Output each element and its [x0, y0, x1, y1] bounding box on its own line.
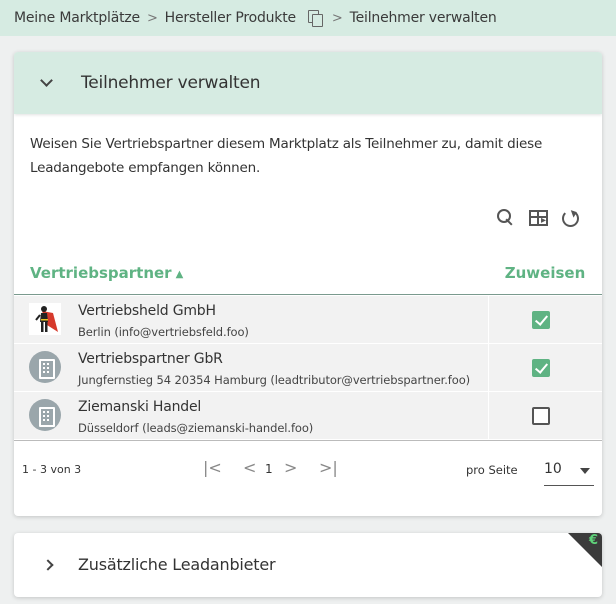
partner-detail: Jungfernstieg 54 20354 Hamburg (leadtrib…: [78, 373, 471, 387]
table-row: Ziemanski Handel Düsseldorf (leads@ziema…: [14, 392, 602, 440]
refresh-icon[interactable]: [560, 208, 580, 228]
partner-name: Vertriebsheld GmbH: [78, 303, 216, 319]
chevron-right-icon[interactable]: [42, 559, 54, 571]
superhero-logo: [29, 303, 61, 335]
assign-checkbox[interactable]: [532, 407, 550, 425]
first-page-button[interactable]: |<: [203, 458, 222, 477]
additional-providers-title: Zusätzliche Leadanbieter: [78, 555, 276, 574]
dropdown-caret-icon: [580, 468, 590, 474]
next-page-button[interactable]: >: [284, 458, 297, 477]
previous-page-button[interactable]: <: [243, 458, 256, 477]
current-page: 1: [265, 462, 273, 476]
per-page-select[interactable]: 10: [544, 456, 594, 486]
breadcrumb-separator: >: [331, 10, 343, 26]
assign-checkbox[interactable]: [532, 311, 550, 329]
partner-name: Ziemanski Handel: [78, 399, 202, 415]
partner-name: Vertriebspartner GbR: [78, 351, 223, 367]
table-row: Vertriebsheld GmbH Berlin (info@vertrieb…: [14, 296, 602, 344]
assign-checkbox[interactable]: [532, 359, 550, 377]
breadcrumb: Meine Marktplätze > Hersteller Produkte …: [0, 0, 616, 36]
chevron-down-icon[interactable]: [40, 74, 53, 87]
sort-ascending-icon[interactable]: ▲: [176, 269, 184, 280]
euro-icon: €: [588, 533, 598, 548]
partner-detail: Berlin (info@vertriebsfeld.foo): [78, 325, 249, 339]
last-page-button[interactable]: >|: [319, 458, 338, 477]
table-row: Vertriebspartner GbR Jungfernstieg 54 20…: [14, 344, 602, 392]
cell-divider: [488, 392, 489, 440]
pagination-range: 1 - 3 von 3: [22, 463, 82, 476]
additional-providers-panel[interactable]: Zusätzliche Leadanbieter €: [14, 533, 602, 597]
per-page-label: pro Seite: [466, 463, 518, 477]
cell-divider: [488, 344, 489, 392]
partner-detail: Düsseldorf (leads@ziemanski-handel.foo): [78, 421, 314, 435]
columns-icon[interactable]: [528, 208, 548, 228]
search-icon[interactable]: [496, 208, 516, 228]
breadcrumb-item-marktplaetze[interactable]: Meine Marktplätze: [14, 10, 140, 26]
column-header-assign: Zuweisen: [504, 264, 586, 282]
panel-description: Weisen Sie Vertriebspartner diesem Markt…: [30, 136, 543, 176]
breadcrumb-item-hersteller[interactable]: Hersteller Produkte: [165, 10, 296, 26]
breadcrumb-separator: >: [146, 10, 158, 26]
table-header: Vertriebspartner ▲ Zuweisen: [14, 252, 602, 295]
pagination: 1 - 3 von 3 |< < 1 > >| pro Seite 10: [14, 452, 602, 492]
column-header-partner-label: Vertriebspartner: [30, 264, 172, 282]
panel-header[interactable]: Teilnehmer verwalten: [14, 52, 602, 114]
table-toolbar: [496, 208, 580, 228]
cell-divider: [488, 296, 489, 344]
building-icon: [29, 399, 61, 431]
participants-panel: Teilnehmer verwalten Weisen Sie Vertrieb…: [14, 52, 602, 516]
panel-title: Teilnehmer verwalten: [81, 73, 261, 93]
copy-icon[interactable]: [307, 10, 323, 27]
per-page-value: 10: [544, 461, 562, 477]
breadcrumb-item-current: Teilnehmer verwalten: [349, 10, 497, 26]
column-header-partner[interactable]: Vertriebspartner ▲: [30, 264, 183, 282]
table-divider: [14, 440, 602, 441]
building-icon: [29, 351, 61, 383]
